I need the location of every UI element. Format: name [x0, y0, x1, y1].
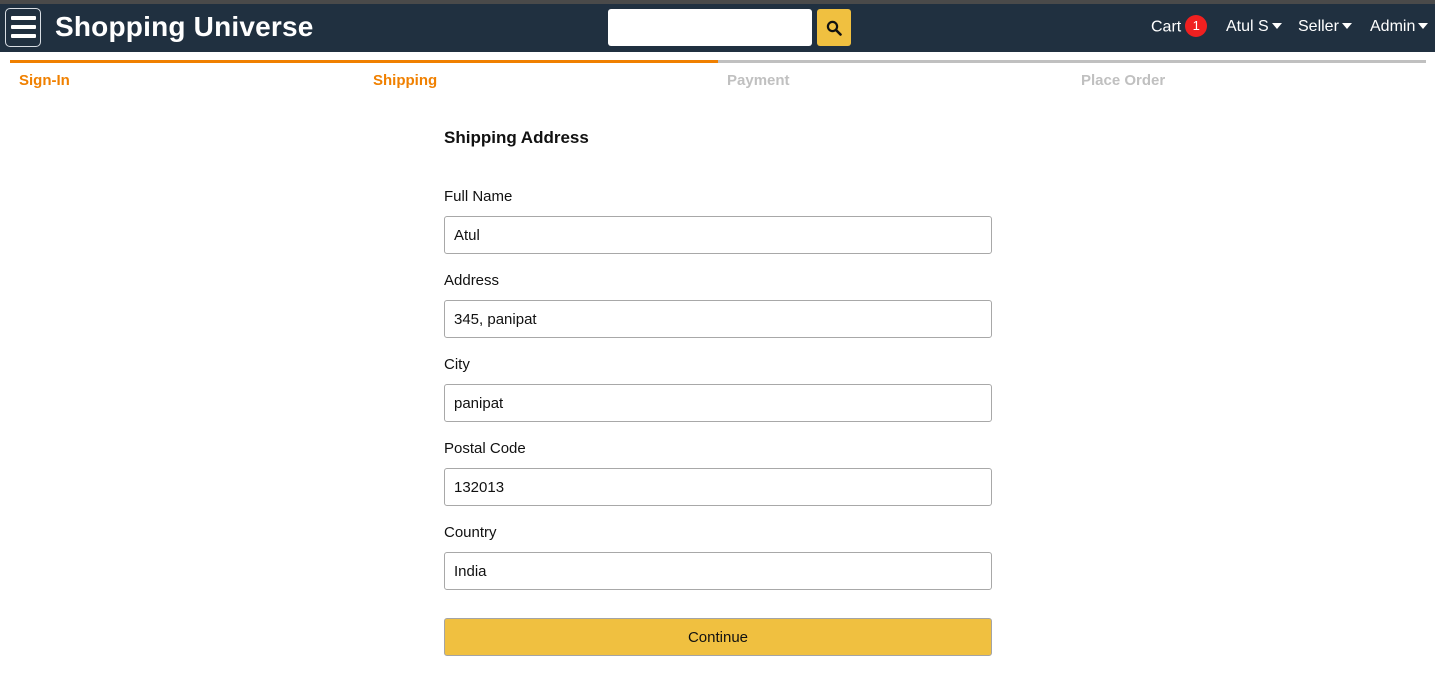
admin-menu-dropdown[interactable]: Admin [1370, 18, 1429, 36]
admin-menu-label: Admin [1370, 18, 1416, 35]
cart-count-badge: 1 [1185, 15, 1208, 37]
full-name-field[interactable] [444, 216, 992, 254]
hamburger-menu-icon-bar [11, 34, 36, 38]
search-button[interactable] [817, 9, 851, 46]
checkout-steps: Sign-In Shipping Payment Place Order [10, 60, 1426, 90]
form-title: Shipping Address [444, 128, 589, 147]
shipping-address-form: Shipping Address Full Name Address City … [444, 128, 992, 656]
hamburger-menu-button[interactable] [5, 8, 41, 47]
step-shipping: Shipping [364, 60, 718, 90]
search-input[interactable] [608, 9, 812, 46]
country-label: Country [444, 524, 497, 541]
top-navigation-bar: Shopping Universe Cart 1 Atul S Seller Ad… [0, 0, 1435, 52]
address-field[interactable] [444, 300, 992, 338]
hamburger-menu-icon-bar [11, 25, 36, 29]
user-menu-label: Atul S [1226, 18, 1269, 35]
seller-menu-label: Seller [1298, 18, 1339, 35]
postal-code-label: Postal Code [444, 440, 526, 457]
user-menu-dropdown[interactable]: Atul S [1226, 18, 1282, 36]
continue-button[interactable]: Continue [444, 618, 992, 656]
brand-link[interactable]: Shopping Universe [55, 11, 314, 43]
step-sign-in: Sign-In [10, 60, 364, 90]
city-field[interactable] [444, 384, 992, 422]
caret-down-icon [1341, 22, 1352, 29]
cart-label: Cart [1151, 18, 1182, 36]
caret-down-icon [1271, 22, 1282, 29]
postal-code-field[interactable] [444, 468, 992, 506]
step-place-order: Place Order [1072, 60, 1426, 90]
country-field[interactable] [444, 552, 992, 590]
address-label: Address [444, 272, 500, 289]
caret-down-icon [1418, 22, 1429, 29]
cart-link[interactable]: Cart 1 [1151, 15, 1208, 37]
city-label: City [444, 356, 470, 373]
step-payment: Payment [718, 60, 1072, 90]
hamburger-menu-icon-bar [11, 16, 36, 20]
seller-menu-dropdown[interactable]: Seller [1298, 18, 1352, 36]
search-icon [826, 20, 842, 36]
full-name-label: Full Name [444, 188, 513, 205]
